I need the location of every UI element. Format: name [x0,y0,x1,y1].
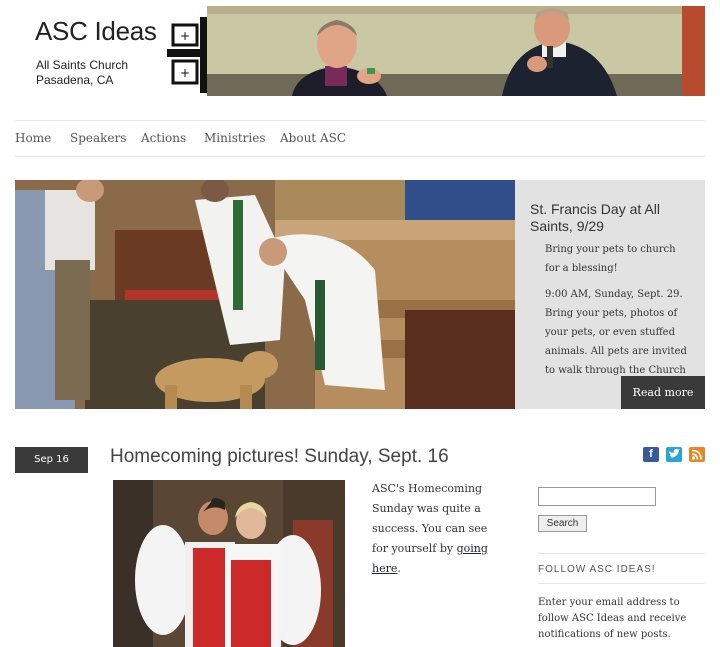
site-subtitle-location: Pasadena, CA [36,73,114,87]
nav-item-speakers[interactable]: Speakers [70,131,126,145]
svg-text:+: + [180,29,190,43]
follow-description: Enter your email address to follow ASC I… [538,597,687,640]
rss-icon[interactable] [689,447,705,462]
homecoming-angels-photo[interactable] [113,480,345,647]
twitter-bird-glyph [669,448,680,458]
twitter-icon[interactable] [666,447,682,462]
read-more-button[interactable]: Read more [621,376,705,409]
svg-text:+: + [180,66,190,80]
site-title[interactable]: ASC Ideas [35,16,157,47]
post-excerpt-period: . [397,562,401,575]
nav-item-ministries[interactable]: Ministries [204,131,266,145]
nav-item-actions[interactable]: Actions [141,131,186,145]
slide-paragraph-2: 9:00 AM, Sunday, Sept. 29. Bring your pe… [545,289,687,375]
follow-bottom-divider [538,583,705,584]
site-subtitle-church: All Saints Church [36,58,129,72]
nav-item-home[interactable]: Home [15,131,51,145]
nav-item-about[interactable]: About ASC [280,131,346,145]
follow-heading: FOLLOW ASC IDEAS! [538,564,656,575]
post-title[interactable]: Homecoming pictures! Sunday, Sept. 16 [110,446,449,468]
pet-blessing-photo[interactable] [15,180,515,409]
rss-glyph [691,449,702,460]
header-speakers-photo [207,6,705,96]
post-excerpt: ASC's Homecoming Sunday was quite a succ… [372,479,492,579]
facebook-icon[interactable]: f [643,447,659,462]
slide-paragraph-1: Bring your pets to church for a blessing… [545,244,676,274]
nav-bottom-divider [15,156,705,157]
search-button[interactable]: Search [538,515,587,532]
post-date-badge: Sep 16 [15,447,88,473]
follow-top-divider [538,553,705,554]
search-input[interactable] [538,487,656,506]
slide-title[interactable]: St. Francis Day at All Saints, 9/29 [530,201,690,235]
nav-top-divider [15,120,705,121]
